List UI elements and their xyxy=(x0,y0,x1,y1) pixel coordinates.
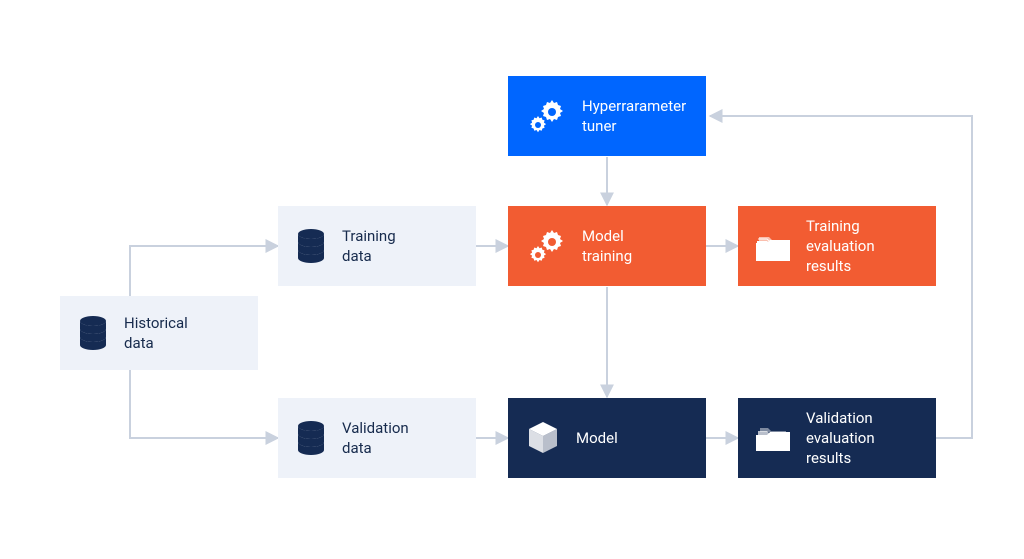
cube-icon xyxy=(526,420,560,456)
database-icon xyxy=(296,421,326,455)
database-icon xyxy=(296,229,326,263)
node-label: Modeltraining xyxy=(582,226,632,267)
node-label: Model xyxy=(576,428,618,448)
node-label: Validationevaluationresults xyxy=(806,408,875,469)
diagram-canvas: Historicaldata Trainingdata xyxy=(0,0,1024,559)
gears-icon xyxy=(526,96,566,136)
node-label: Historicaldata xyxy=(124,313,188,354)
node-validation-data: Validationdata xyxy=(278,398,476,478)
edge-historical-validation xyxy=(130,370,278,438)
node-label: Validationdata xyxy=(342,418,409,459)
node-validation-results: Validationevaluationresults xyxy=(738,398,936,478)
node-training-data: Trainingdata xyxy=(278,206,476,286)
edge-historical-training xyxy=(130,246,278,296)
folder-icon xyxy=(756,423,790,453)
gears-icon xyxy=(526,226,566,266)
node-model: Model xyxy=(508,398,706,478)
database-icon xyxy=(78,316,108,350)
node-hyper-tuner: Hyperrarametertuner xyxy=(508,76,706,156)
folder-icon xyxy=(756,231,790,261)
node-label: Hyperrarametertuner xyxy=(582,96,686,137)
node-label: Trainingdata xyxy=(342,226,396,267)
node-historical-data: Historicaldata xyxy=(60,296,258,370)
node-model-training: Modeltraining xyxy=(508,206,706,286)
node-training-results: Trainingevaluationresults xyxy=(738,206,936,286)
node-label: Trainingevaluationresults xyxy=(806,216,875,277)
